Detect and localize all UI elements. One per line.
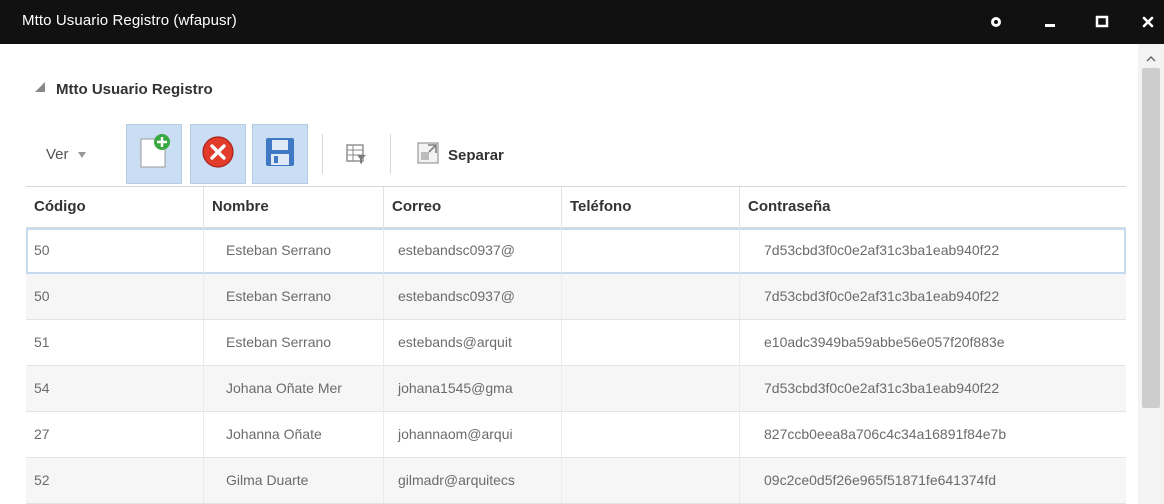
cell-telefono [562,458,740,503]
cell-contrasena: e10adc3949ba59abbe56e057f20f883e [764,334,1005,350]
column-header-telefono[interactable]: Teléfono [562,187,740,227]
table-row[interactable]: 54 Johana Oñate Mer johana1545@gma 7d53c… [26,366,1126,412]
view-menu-label: Ver [46,146,69,163]
add-record-icon [135,133,173,176]
cell-contrasena: 7d53cbd3f0c0e2af31c3ba1eab940f22 [764,380,1000,396]
scroll-up-icon[interactable] [1138,50,1164,68]
cell-nombre: Esteban Serrano [204,274,384,319]
cell-contrasena: 7d53cbd3f0c0e2af31c3ba1eab940f22 [764,288,1000,304]
table-header: Código Nombre Correo Teléfono Contraseña [26,187,1126,228]
gear-icon[interactable] [982,8,1010,36]
window-title: Mtto Usuario Registro (wfapusr) [22,12,237,29]
cell-telefono [562,366,740,411]
cell-telefono [562,274,740,319]
section-title: Mtto Usuario Registro [56,80,213,98]
cell-telefono [562,320,740,365]
save-button[interactable] [252,124,308,184]
table-row[interactable]: 51 Esteban Serrano estebands@arquit e10a… [26,320,1126,366]
cell-contrasena: 7d53cbd3f0c0e2af31c3ba1eab940f22 [764,242,1000,258]
delete-record-icon [200,134,236,175]
cell-codigo: 50 [26,274,204,319]
detach-label: Separar [448,147,504,164]
delete-record-button[interactable] [190,124,246,184]
table-row[interactable]: 50 Esteban Serrano estebandsc0937@ 7d53c… [26,228,1126,274]
cell-correo: johannaom@arqui [384,412,562,457]
column-header-nombre[interactable]: Nombre [204,187,384,227]
cell-correo: estebandsc0937@ [384,228,562,273]
close-icon[interactable] [1134,8,1162,36]
cell-correo: estebandsc0937@ [384,274,562,319]
cell-correo: johana1545@gma [384,366,562,411]
column-header-correo[interactable]: Correo [384,187,562,227]
cell-correo: gilmadr@arquitecs [384,458,562,503]
cell-nombre: Johana Oñate Mer [204,366,384,411]
add-record-button[interactable] [126,124,182,184]
cell-contrasena: 827ccb0eea8a706c4c34a16891f84e7b [764,426,1007,442]
section-header: Mtto Usuario Registro [34,80,213,98]
collapse-triangle-icon[interactable] [34,80,46,98]
column-header-contrasena[interactable]: Contraseña [740,187,1126,227]
detach-icon [416,141,440,170]
cell-telefono [562,228,740,273]
minimize-icon[interactable] [1036,8,1064,36]
cell-codigo: 52 [26,458,204,503]
cell-nombre: Esteban Serrano [204,320,384,365]
cell-nombre: Johanna Oñate [204,412,384,457]
toolbar-separator [390,134,391,174]
cell-nombre: Gilma Duarte [204,458,384,503]
scrollbar-thumb[interactable] [1142,68,1160,408]
table-row[interactable]: 52 Gilma Duarte gilmadr@arquitecs 09c2ce… [26,458,1126,504]
query-by-example-icon[interactable] [344,142,368,166]
save-icon [264,136,296,173]
toolbar-separator [322,134,323,174]
cell-correo: estebands@arquit [384,320,562,365]
cell-codigo: 50 [26,228,204,273]
cell-telefono [562,412,740,457]
cell-codigo: 27 [26,412,204,457]
chevron-down-icon [77,146,87,163]
view-menu[interactable]: Ver [46,146,87,163]
title-bar: Mtto Usuario Registro (wfapusr) [0,0,1164,44]
cell-nombre: Esteban Serrano [204,228,384,273]
detach-button[interactable]: Separar [416,141,504,170]
toolbar: Ver Separar [26,124,1126,186]
cell-codigo: 54 [26,366,204,411]
column-header-codigo[interactable]: Código [26,187,204,227]
cell-codigo: 51 [26,320,204,365]
table-row[interactable]: 27 Johanna Oñate johannaom@arqui 827ccb0… [26,412,1126,458]
cell-contrasena: 09c2ce0d5f26e965f51871fe641374fd [764,472,996,488]
table-row[interactable]: 50 Esteban Serrano estebandsc0937@ 7d53c… [26,274,1126,320]
maximize-icon[interactable] [1088,8,1116,36]
users-table: Código Nombre Correo Teléfono Contraseña… [26,187,1126,504]
app-window: Mtto Usuario Registro (wfapusr) Mtto Usu… [0,0,1164,504]
vertical-scrollbar[interactable] [1138,44,1164,504]
